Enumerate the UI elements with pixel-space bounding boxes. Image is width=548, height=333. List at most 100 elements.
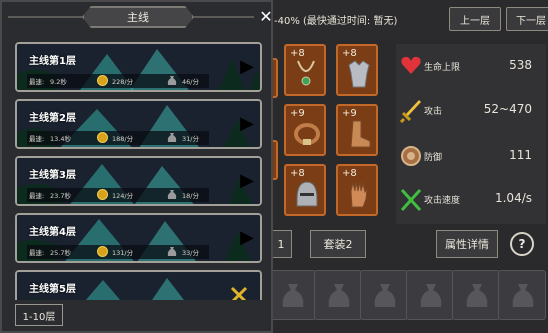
loot-bag-icon [167, 247, 177, 256]
loot-rate: 18/分 [182, 192, 199, 200]
modal-title: 主线 [82, 6, 194, 28]
stat-value: 538 [509, 58, 532, 72]
enter-arrow-icon: ▶ [240, 170, 254, 191]
next-floor-button[interactable]: 下一层 [506, 7, 548, 31]
loot-rate: 31/分 [182, 135, 199, 143]
stat-label: 攻击 [424, 107, 443, 117]
fastest-label: 最速: [29, 135, 45, 143]
equipment-slot-armor[interactable]: +8 [336, 44, 378, 96]
fastest-time: 23.7秒 [50, 192, 71, 200]
gold-rate: 131/分 [112, 249, 134, 257]
inventory-slot[interactable] [314, 270, 362, 320]
stat-value: 52~470 [483, 102, 532, 116]
fastest-label: 最速: [29, 78, 45, 86]
enter-arrow-icon: ▶ [240, 113, 254, 134]
crossed-arrows-icon [400, 188, 422, 212]
fastest-label: 最速: [29, 249, 45, 257]
equipment-slot-belt[interactable]: +9 [284, 104, 326, 156]
help-button[interactable]: ? [510, 232, 534, 256]
stat-label: 攻击速度 [424, 196, 461, 206]
level-name: 主线第5层 [29, 284, 76, 295]
enhance-level: +9 [342, 108, 357, 119]
level-card[interactable]: 主线第5层 [15, 270, 262, 300]
gold-rate: 228/分 [112, 78, 134, 86]
loot-rate: 46/分 [182, 78, 199, 86]
bag-icon [466, 284, 488, 307]
character-panel: -40% (最快通过时间: 暂无) 上一层 下一层 +8 +8 +9 +9 +8 [268, 0, 548, 333]
necklace-icon [297, 60, 315, 86]
equipment-slot-boots[interactable]: +9 [336, 104, 378, 156]
best-time-info: -40% (最快通过时间: 暂无) [274, 16, 398, 27]
inventory-slot[interactable] [498, 270, 546, 320]
bag-icon [420, 284, 442, 307]
stat-value: 111 [509, 148, 532, 162]
bag-icon [512, 284, 534, 307]
stat-hp: 生命上限 538 [398, 52, 534, 80]
enhance-level: +8 [290, 168, 305, 179]
stat-label: 生命上限 [424, 63, 461, 73]
loot-bag-icon [167, 76, 177, 85]
inventory-slot[interactable] [360, 270, 408, 320]
inventory-slot[interactable] [268, 270, 316, 320]
enter-arrow-icon: ▶ [240, 56, 254, 77]
close-button[interactable]: ✕ [258, 6, 274, 26]
equipment-slot-necklace[interactable]: +8 [284, 44, 326, 96]
stat-defense: 防御 111 [398, 142, 534, 170]
helmet-icon [296, 181, 318, 207]
game-screen: -40% (最快通过时间: 暂无) 上一层 下一层 +8 +8 +9 +9 +8 [0, 0, 548, 333]
level-name: 主线第4层 [29, 227, 76, 238]
heart-icon [401, 56, 421, 74]
sword-icon [400, 100, 421, 123]
suit-tab-1[interactable]: 1 [270, 230, 292, 258]
equipment-slot-helmet[interactable]: +8 [284, 164, 326, 216]
enter-arrow-icon: ▶ [240, 227, 254, 248]
level-card[interactable]: 主线第1层 最速: 9.2秒 228/分 46/分 ▶ [15, 42, 262, 92]
bag-icon [374, 284, 396, 307]
title-divider [194, 16, 254, 18]
enhance-level: +8 [342, 168, 357, 179]
level-card[interactable]: 主线第2层 最速: 13.4秒 188/分 31/分 ▶ [15, 99, 262, 149]
stat-label: 防御 [424, 153, 443, 163]
armor-icon [348, 60, 370, 88]
stat-value: 1.04/s [494, 191, 532, 205]
level-name: 主线第3层 [29, 170, 76, 181]
loot-rate: 33/分 [182, 249, 199, 257]
level-name: 主线第1层 [29, 56, 76, 67]
inventory-slot[interactable] [406, 270, 454, 320]
level-list[interactable]: 主线第1层 最速: 9.2秒 228/分 46/分 ▶ 主线第2层 最速: 13… [10, 38, 268, 300]
fastest-time: 25.7秒 [50, 249, 71, 257]
floor-range-button[interactable]: 1-10层 [15, 304, 63, 326]
enhance-level: +8 [290, 48, 305, 59]
fastest-time: 13.4秒 [50, 135, 71, 143]
loot-bag-icon [167, 133, 177, 142]
equipment-slot-gloves[interactable]: +8 [336, 164, 378, 216]
stat-attack-speed: 攻击速度 1.04/s [398, 185, 534, 213]
title-divider [8, 16, 82, 18]
bag-icon [328, 284, 350, 307]
level-card[interactable]: 主线第4层 最速: 25.7秒 131/分 33/分 ▶ [15, 213, 262, 263]
enhance-level: +8 [342, 48, 357, 59]
boots-icon [350, 120, 371, 148]
level-card[interactable]: 主线第3层 最速: 23.7秒 124/分 18/分 ▶ [15, 156, 262, 206]
fastest-label: 最速: [29, 192, 45, 200]
enhance-level: +9 [290, 108, 305, 119]
fastest-time: 9.2秒 [50, 78, 67, 86]
gold-coin-icon [97, 75, 108, 86]
modal-header: 主线 ✕ [2, 2, 275, 32]
crossed-swords-icon [230, 286, 248, 300]
main-line-modal: 主线 ✕ 主线第1层 最速: 9.2秒 228/分 46/分 ▶ 主线第2层 最… [0, 0, 273, 333]
shield-icon [401, 146, 421, 166]
previous-floor-button[interactable]: 上一层 [449, 7, 501, 31]
gold-coin-icon [97, 132, 108, 143]
gold-coin-icon [97, 246, 108, 257]
loot-bag-icon [167, 190, 177, 199]
belt-icon [294, 123, 320, 145]
inventory-slot[interactable] [452, 270, 500, 320]
gold-rate: 124/分 [112, 192, 134, 200]
suit-tab-2[interactable]: 套装2 [310, 230, 366, 258]
bag-icon [282, 284, 304, 307]
glove-icon [350, 181, 368, 208]
floor-header: -40% (最快通过时间: 暂无) 上一层 下一层 [270, 0, 548, 38]
attribute-details-button[interactable]: 属性详情 [436, 230, 498, 258]
gold-coin-icon [97, 189, 108, 200]
